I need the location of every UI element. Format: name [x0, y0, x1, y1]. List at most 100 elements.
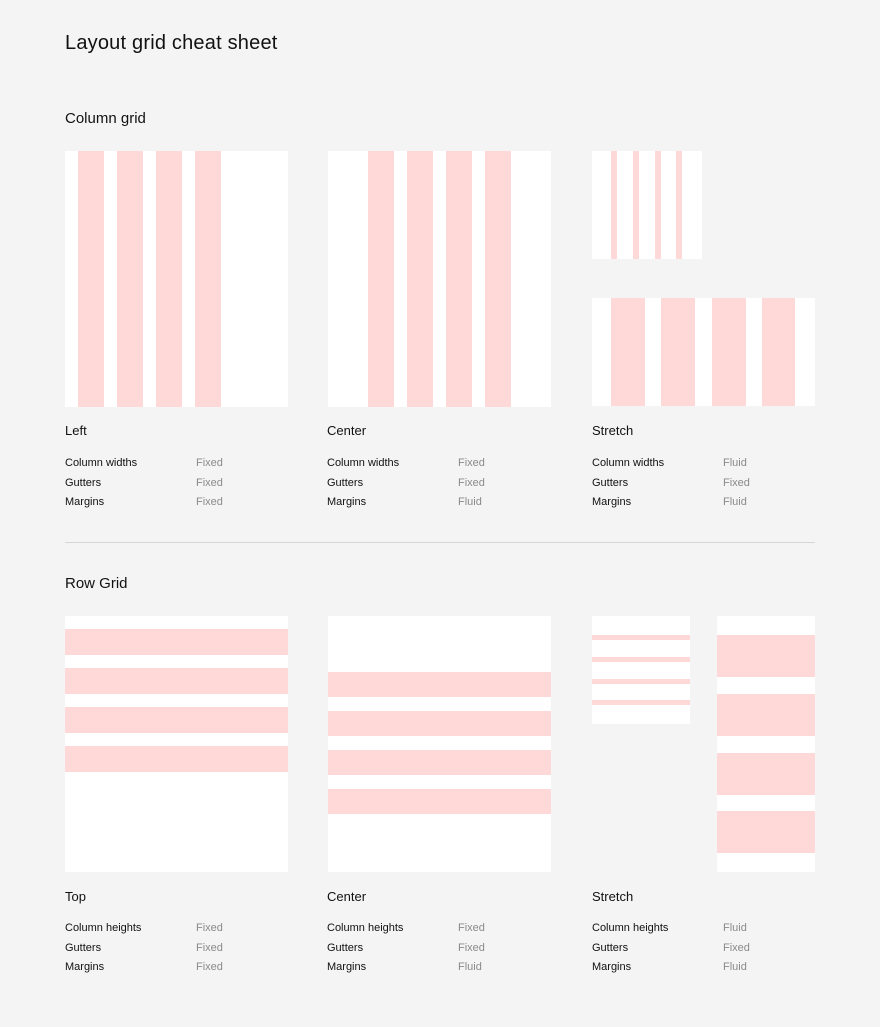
- spec-row: Column heights Fixed: [65, 919, 223, 939]
- spec-value: Fluid: [723, 922, 747, 934]
- spec-label: Gutters: [65, 476, 102, 489]
- spec-value: Fixed: [196, 941, 223, 954]
- spec-list: Column widths Fixed Gutters Fixed Margins F…: [65, 454, 223, 513]
- grid-row: [592, 657, 690, 662]
- section-divider: [65, 542, 815, 543]
- grid-column: [633, 151, 639, 259]
- spec-list: Column widths Fluid Gutters Fixed Margins F…: [592, 454, 750, 513]
- grid-row: [65, 746, 288, 772]
- column-grid-left-diagram: [65, 151, 288, 407]
- spec-value: Fixed: [458, 476, 485, 489]
- spec-value: Fixed: [458, 941, 485, 954]
- grid-row: [328, 789, 551, 814]
- column-grid-stretch-wide-diagram: [592, 298, 815, 406]
- spec-label: Column heights: [65, 922, 142, 934]
- spec-value: Fixed: [723, 476, 750, 489]
- grid-column: [661, 298, 695, 406]
- spec-row: Gutters Fixed: [327, 474, 485, 494]
- spec-label: Margins: [327, 961, 367, 973]
- spec-label: Gutters: [592, 476, 629, 489]
- grid-row: [717, 753, 815, 795]
- grid-column: [485, 151, 511, 407]
- grid-row: [717, 811, 815, 853]
- spec-label: Margins: [592, 961, 632, 973]
- grid-row: [592, 635, 690, 640]
- spec-label: Gutters: [327, 941, 364, 954]
- grid-row: [717, 694, 815, 736]
- grid-column: [407, 151, 433, 407]
- spec-value: Fixed: [458, 457, 485, 469]
- variant-name: Stretch: [592, 423, 634, 438]
- grid-column: [368, 151, 394, 407]
- grid-row: [65, 629, 288, 655]
- grid-column: [762, 298, 795, 406]
- spec-value: Fluid: [723, 496, 747, 508]
- spec-value: Fixed: [196, 476, 223, 489]
- spec-row: Gutters Fixed: [65, 939, 223, 959]
- spec-label: Gutters: [327, 476, 364, 489]
- variant-name: Center: [327, 889, 367, 904]
- grid-row: [65, 668, 288, 694]
- column-grid-stretch-small-diagram: [592, 151, 702, 259]
- spec-label: Margins: [65, 961, 105, 973]
- grid-row: [592, 700, 690, 705]
- row-grid-stretch-tall-diagram: [717, 616, 815, 872]
- spec-value: Fixed: [196, 961, 223, 973]
- spec-list: Column heights Fixed Gutters Fixed Margins…: [327, 919, 485, 978]
- grid-column: [712, 298, 746, 406]
- spec-label: Margins: [327, 496, 367, 508]
- spec-row: Column widths Fixed: [327, 454, 485, 474]
- spec-label: Column heights: [327, 922, 404, 934]
- variant-name: Top: [65, 889, 86, 904]
- spec-label: Gutters: [65, 941, 102, 954]
- spec-label: Column widths: [65, 457, 138, 469]
- variant-name: Stretch: [592, 889, 634, 904]
- spec-row: Gutters Fixed: [592, 939, 750, 959]
- spec-value: Fixed: [723, 941, 750, 954]
- spec-value: Fixed: [458, 922, 485, 934]
- spec-value: Fixed: [196, 496, 223, 508]
- spec-row: Margins Fluid: [592, 958, 750, 978]
- spec-value: Fluid: [458, 961, 482, 973]
- spec-label: Column widths: [592, 457, 665, 469]
- spec-row: Column widths Fluid: [592, 454, 750, 474]
- spec-row: Gutters Fixed: [65, 474, 223, 494]
- spec-label: Margins: [592, 496, 632, 508]
- spec-row: Gutters Fixed: [592, 474, 750, 494]
- row-grid-heading: Row Grid: [65, 575, 128, 592]
- grid-column: [156, 151, 182, 407]
- grid-column: [195, 151, 221, 407]
- spec-row: Column heights Fluid: [592, 919, 750, 939]
- spec-label: Margins: [65, 496, 105, 508]
- spec-label: Column widths: [327, 457, 400, 469]
- spec-row: Margins Fluid: [327, 958, 485, 978]
- row-grid-stretch-short-diagram: [592, 616, 690, 724]
- variant-name: Left: [65, 423, 87, 438]
- grid-column: [676, 151, 682, 259]
- spec-value: Fluid: [723, 961, 747, 973]
- spec-row: Margins Fixed: [65, 958, 223, 978]
- spec-list: Column widths Fixed Gutters Fixed Margins F…: [327, 454, 485, 513]
- spec-value: Fixed: [196, 922, 223, 934]
- grid-row: [328, 750, 551, 775]
- grid-column: [446, 151, 472, 407]
- grid-column: [117, 151, 143, 407]
- grid-column: [78, 151, 104, 407]
- spec-label: Gutters: [592, 941, 629, 954]
- spec-list: Column heights Fixed Gutters Fixed Margins…: [65, 919, 223, 978]
- spec-value: Fluid: [458, 496, 482, 508]
- spec-row: Column heights Fixed: [327, 919, 485, 939]
- column-grid-heading: Column grid: [65, 110, 146, 127]
- grid-row: [328, 672, 551, 697]
- spec-label: Column heights: [592, 922, 669, 934]
- grid-row: [65, 707, 288, 733]
- spec-row: Margins Fixed: [65, 493, 223, 513]
- grid-row: [592, 679, 690, 684]
- spec-value: Fluid: [723, 457, 747, 469]
- spec-row: Margins Fluid: [592, 493, 750, 513]
- grid-column: [655, 151, 661, 259]
- page-title: Layout grid cheat sheet: [65, 32, 278, 54]
- spec-list: Column heights Fluid Gutters Fixed Margins…: [592, 919, 750, 978]
- spec-row: Margins Fluid: [327, 493, 485, 513]
- spec-row: Column widths Fixed: [65, 454, 223, 474]
